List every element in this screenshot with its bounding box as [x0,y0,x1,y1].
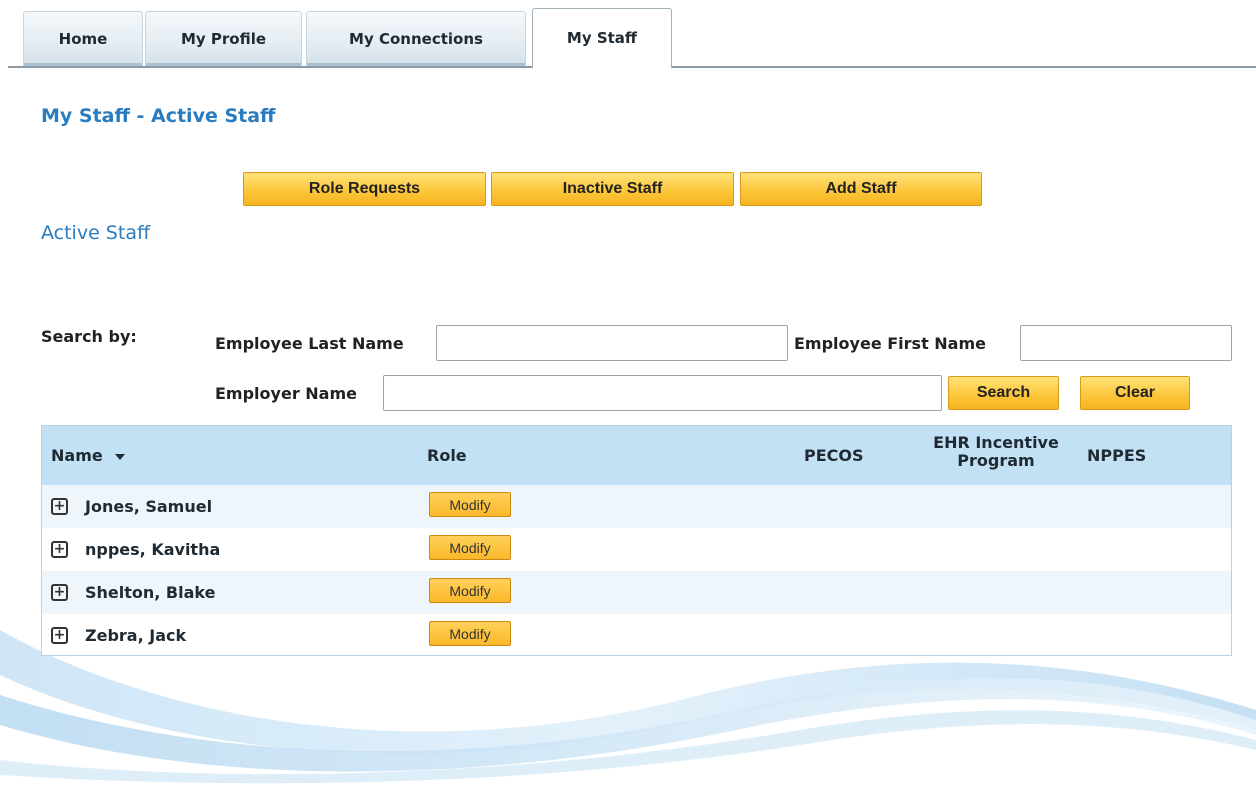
staff-name: Zebra, Jack [85,626,187,645]
staff-name: nppes, Kavitha [85,540,221,559]
staff-name: Jones, Samuel [85,497,213,516]
tab-my-staff[interactable]: My Staff [532,8,672,69]
main-content: My Staff - Active Staff Role Requests In… [0,0,1256,789]
modify-button[interactable]: Modify [429,535,511,560]
table-row: + Shelton, Blake Modify [42,571,1231,614]
plus-box-icon[interactable]: + [51,584,68,601]
column-header-ehr-incentive-program: EHR Incentive Program [916,434,1076,470]
column-header-name-label: Name [51,446,103,465]
last-name-label: Employee Last Name [215,334,404,353]
last-name-input[interactable] [436,325,788,361]
tab-home[interactable]: Home [23,11,143,66]
tab-bar: Home My Profile My Connections My Staff [0,0,1256,69]
column-header-ehr-line2: Program [957,451,1035,470]
first-name-label: Employee First Name [794,334,986,353]
page: Home My Profile My Connections My Staff … [0,0,1256,789]
caret-down-icon [115,453,126,460]
column-header-ehr-line1: EHR Incentive [933,433,1059,452]
plus-box-icon[interactable]: + [51,541,68,558]
inactive-staff-button[interactable]: Inactive Staff [491,172,734,206]
search-by-label: Search by: [41,327,137,346]
column-header-nppes: NPPES [1087,446,1147,465]
table-row: + Jones, Samuel Modify [42,485,1231,528]
tab-my-connections[interactable]: My Connections [306,11,526,66]
employer-name-label: Employer Name [215,384,357,403]
role-requests-button[interactable]: Role Requests [243,172,486,206]
staff-table: Name Role PECOS EHR Incentive Program NP… [41,425,1232,656]
first-name-input[interactable] [1020,325,1232,361]
staff-name: Shelton, Blake [85,583,216,602]
add-staff-button[interactable]: Add Staff [740,172,982,206]
column-header-role: Role [427,446,467,465]
column-header-name[interactable]: Name [51,446,126,465]
search-button[interactable]: Search [948,376,1059,410]
page-title: My Staff - Active Staff [41,105,276,127]
modify-button[interactable]: Modify [429,621,511,646]
employer-name-input[interactable] [383,375,942,411]
table-header: Name Role PECOS EHR Incentive Program NP… [42,426,1231,485]
table-row: + nppes, Kavitha Modify [42,528,1231,571]
modify-button[interactable]: Modify [429,492,511,517]
clear-button[interactable]: Clear [1080,376,1190,410]
column-header-pecos: PECOS [804,446,864,465]
plus-box-icon[interactable]: + [51,627,68,644]
tab-my-profile[interactable]: My Profile [145,11,302,66]
table-row: + Zebra, Jack Modify [42,614,1231,657]
section-title: Active Staff [41,222,151,244]
modify-button[interactable]: Modify [429,578,511,603]
plus-box-icon[interactable]: + [51,498,68,515]
